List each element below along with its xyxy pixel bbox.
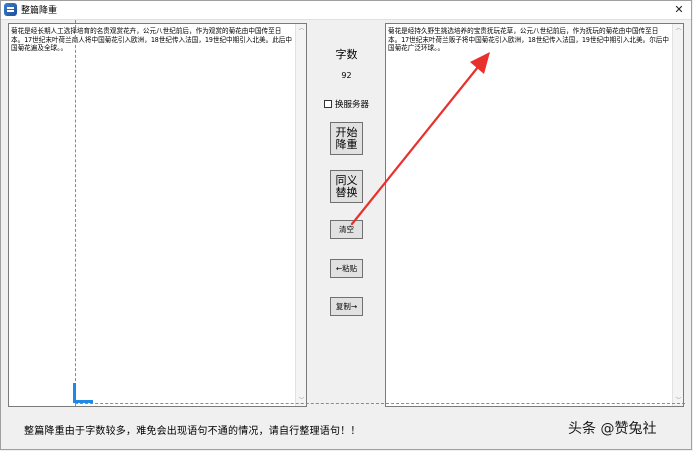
scroll-down-icon[interactable]: ﹀ xyxy=(673,396,683,406)
guide-line-horizontal xyxy=(75,403,685,404)
close-button[interactable]: ✕ xyxy=(671,1,687,18)
change-server-option[interactable]: 换服务器 xyxy=(324,98,369,110)
clear-button[interactable]: 清空 xyxy=(330,220,363,239)
source-text-box[interactable]: 菊花是经长期人工选择培育的名贵观赏花卉，公元八世纪前后，作为观赏的菊花由中国传至… xyxy=(8,23,307,407)
change-server-checkbox[interactable] xyxy=(324,100,332,108)
copy-button[interactable]: 复制→ xyxy=(330,297,363,316)
source-scrollbar[interactable]: ︿ ﹀ xyxy=(295,24,306,406)
guide-line-vertical xyxy=(75,20,76,406)
word-count-value: 92 xyxy=(341,71,352,80)
result-text-box[interactable]: 菊花是经持久野生挑选培养的宝贵抚玩花草，公元八世纪前后，作为抚玩的菊花由中国传至… xyxy=(385,23,684,407)
change-server-label: 换服务器 xyxy=(335,100,370,110)
result-scrollbar[interactable]: ︿ ﹀ xyxy=(672,24,683,406)
start-dereduce-label: 开始 降重 xyxy=(335,125,358,151)
footer-note: 整篇降重由于字数较多，难免会出现语句不通的情况，请自行整理语句！！ xyxy=(24,426,361,437)
paste-button[interactable]: ←粘贴 xyxy=(330,259,363,278)
result-text: 菊花是经持久野生挑选培养的宝贵抚玩花草，公元八世纪前后，作为抚玩的菊花由中国传至… xyxy=(388,27,669,53)
dereduce-window: 整篇降重 ✕ 菊花是经长期人工选择培育的名贵观赏花卉，公元八世纪前后，作为观赏的… xyxy=(0,0,692,450)
synonym-replace-label: 同义 替换 xyxy=(335,173,358,199)
synonym-replace-button[interactable]: 同义 替换 xyxy=(330,170,363,203)
source-text: 菊花是经长期人工选择培育的名贵观赏花卉，公元八世纪前后，作为观赏的菊花由中国传至… xyxy=(11,27,292,53)
word-count-label: 字数 xyxy=(335,48,358,61)
corner-guide-mark xyxy=(73,383,93,403)
scroll-down-icon[interactable]: ﹀ xyxy=(296,396,306,406)
start-dereduce-button[interactable]: 开始 降重 xyxy=(330,122,363,155)
app-icon xyxy=(4,3,17,16)
title-bar[interactable]: 整篇降重 ✕ xyxy=(1,1,691,20)
scroll-up-icon[interactable]: ︿ xyxy=(673,24,683,34)
scroll-up-icon[interactable]: ︿ xyxy=(296,24,306,34)
watermark: 头条 @赞兔社 xyxy=(559,415,691,439)
window-title: 整篇降重 xyxy=(21,6,58,16)
